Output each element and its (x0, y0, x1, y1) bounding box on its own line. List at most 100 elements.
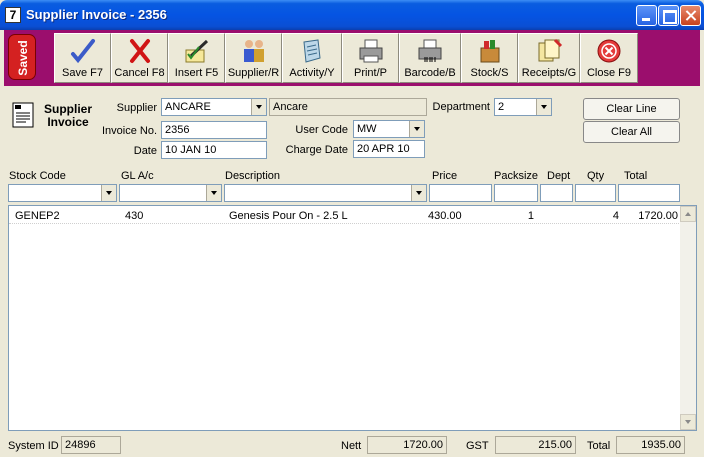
save-label: Save F7 (62, 67, 103, 79)
invoice-document-icon (12, 102, 34, 128)
col-header-gl-ac: GL A/c (121, 170, 154, 182)
charge-date-label: Charge Date (285, 144, 348, 156)
receipts-icon (538, 38, 563, 62)
close-window-button[interactable] (680, 5, 701, 26)
col-header-price: Price (432, 170, 458, 182)
vertical-scrollbar[interactable] (680, 206, 696, 430)
stock-label: Stock/S (470, 67, 509, 79)
scroll-down-icon[interactable] (680, 414, 696, 430)
chevron-down-icon[interactable] (251, 99, 266, 115)
receipts-button[interactable]: Receipts/G (518, 33, 580, 83)
filter-gl-ac[interactable] (119, 184, 222, 202)
filter-stock-code[interactable] (8, 184, 117, 202)
supplier-name-field: Ancare (269, 98, 427, 116)
total-label: Total (587, 440, 611, 452)
chevron-down-icon[interactable] (409, 121, 424, 137)
filter-description[interactable] (224, 184, 427, 202)
supplier-code-value: ANCARE (165, 101, 211, 113)
cell-gl-ac: 430 (125, 210, 144, 222)
cell-total: 1720.00 (638, 210, 678, 222)
minimize-button[interactable] (636, 5, 657, 26)
col-header-qty: Qty (587, 170, 605, 182)
print-button[interactable]: Print/P (342, 33, 399, 83)
clear-all-button[interactable]: Clear All (583, 121, 680, 143)
chevron-down-icon[interactable] (536, 99, 551, 115)
insert-pen-icon (185, 39, 208, 63)
charge-date-field[interactable]: 20 APR 10 (353, 140, 425, 158)
scroll-up-icon[interactable] (680, 206, 696, 222)
department-combo[interactable]: 2 (494, 98, 552, 116)
filter-dept[interactable] (540, 184, 573, 202)
cell-description: Genesis Pour On - 2.5 L (229, 210, 348, 222)
save-button[interactable]: Save F7 (54, 33, 111, 83)
cancel-label: Cancel F8 (114, 67, 165, 79)
stock-box-icon (480, 40, 499, 63)
cell-qty: 4 (612, 210, 619, 222)
barcode-button[interactable]: Barcode/B (399, 33, 461, 83)
col-header-description: Description (225, 170, 281, 182)
gst-field: 215.00 (495, 436, 576, 454)
filter-price[interactable] (429, 184, 492, 202)
activity-button[interactable]: Activity/Y (282, 33, 342, 83)
user-code-combo[interactable]: MW (353, 120, 425, 138)
col-header-stock-code: Stock Code (9, 170, 66, 182)
barcode-label: Barcode/B (404, 67, 456, 79)
cell-stock-code: GENEP2 (15, 210, 60, 222)
filter-total[interactable] (618, 184, 680, 202)
people-icon (243, 40, 264, 62)
app-icon[interactable]: 7 (5, 7, 21, 23)
invoice-no-field[interactable]: 2356 (161, 121, 267, 139)
date-label: Date (133, 145, 157, 157)
col-header-total: Total (624, 170, 648, 182)
red-x-icon (129, 39, 150, 63)
date-field[interactable]: 10 JAN 10 (161, 141, 267, 159)
user-code-label: User Code (295, 124, 348, 136)
print-label: Print/P (353, 67, 387, 79)
user-code-value: MW (357, 123, 377, 135)
supplier-label: Supplier (116, 102, 157, 114)
col-header-dept: Dept (547, 170, 571, 182)
close-label: Close F9 (586, 67, 632, 79)
total-field: 1935.00 (616, 436, 685, 454)
barcode-printer-icon (418, 39, 442, 62)
department-value: 2 (498, 101, 505, 113)
chevron-down-icon[interactable] (206, 185, 221, 201)
activity-label: Activity/Y (289, 67, 335, 79)
system-id-label: System ID (8, 440, 59, 452)
maximize-button[interactable] (658, 5, 679, 26)
close-circle-icon (597, 39, 621, 63)
form-title-line2: Invoice (47, 115, 89, 129)
cell-packsize: 1 (527, 210, 534, 222)
filter-qty[interactable] (575, 184, 616, 202)
col-header-packsize: Packsize (494, 170, 539, 182)
pen-check-icon (70, 39, 95, 64)
insert-label: Insert F5 (174, 67, 219, 79)
filter-packsize[interactable] (494, 184, 538, 202)
window-title: Supplier Invoice - 2356 (26, 7, 167, 22)
form-title: Supplier Invoice (44, 103, 92, 129)
chevron-down-icon[interactable] (101, 185, 116, 201)
cell-price: 430.00 (428, 210, 462, 222)
invoice-no-label: Invoice No. (101, 125, 157, 137)
receipts-label: Receipts/G (521, 67, 577, 79)
nett-field: 1720.00 (367, 436, 447, 454)
system-id-field: 24896 (61, 436, 121, 454)
table-row[interactable]: GENEP2 430 Genesis Pour On - 2.5 L 430.0… (9, 208, 681, 224)
saved-label: Saved (16, 40, 30, 76)
title-bar[interactable]: 7 Supplier Invoice - 2356 (0, 0, 704, 30)
nett-label: Nett (341, 440, 362, 452)
printer-icon (359, 39, 382, 63)
supplier-button[interactable]: Supplier/R (225, 33, 282, 83)
supplier-code-combo[interactable]: ANCARE (161, 98, 267, 116)
stock-button[interactable]: Stock/S (461, 33, 518, 83)
chevron-down-icon[interactable] (411, 185, 426, 201)
department-label: Department (432, 101, 490, 113)
supplier-label: Supplier/R (227, 67, 280, 79)
invoice-lines-grid[interactable]: GENEP2 430 Genesis Pour On - 2.5 L 430.0… (8, 205, 697, 431)
clear-line-button[interactable]: Clear Line (583, 98, 680, 120)
cancel-button[interactable]: Cancel F8 (111, 33, 168, 83)
insert-button[interactable]: Insert F5 (168, 33, 225, 83)
gst-label: GST (466, 440, 489, 452)
toolbar: Saved Save F7 Cancel F8 Insert F5 Suppli… (4, 30, 700, 86)
close-button[interactable]: Close F9 (580, 33, 638, 83)
